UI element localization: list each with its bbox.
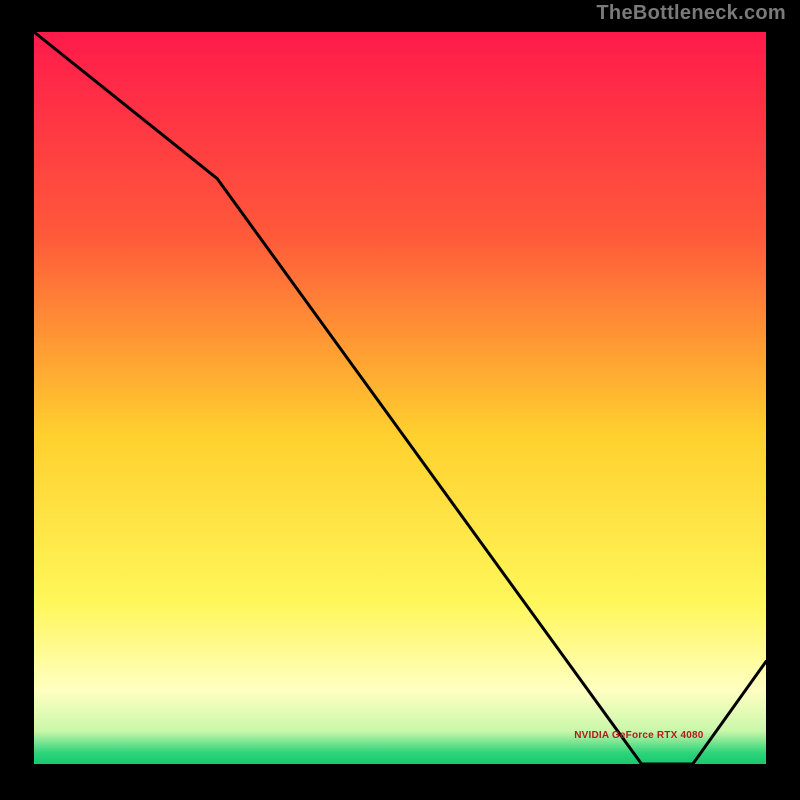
gradient-background <box>34 32 766 764</box>
gpu-annotation: NVIDIA GeForce RTX 4080 <box>574 730 703 741</box>
chart-svg <box>34 32 766 764</box>
chart-container: TheBottleneck.com NVIDIA GeForce RTX 408… <box>0 0 800 800</box>
attribution-label: TheBottleneck.com <box>596 2 786 25</box>
plot-frame: NVIDIA GeForce RTX 4080 <box>34 32 766 764</box>
